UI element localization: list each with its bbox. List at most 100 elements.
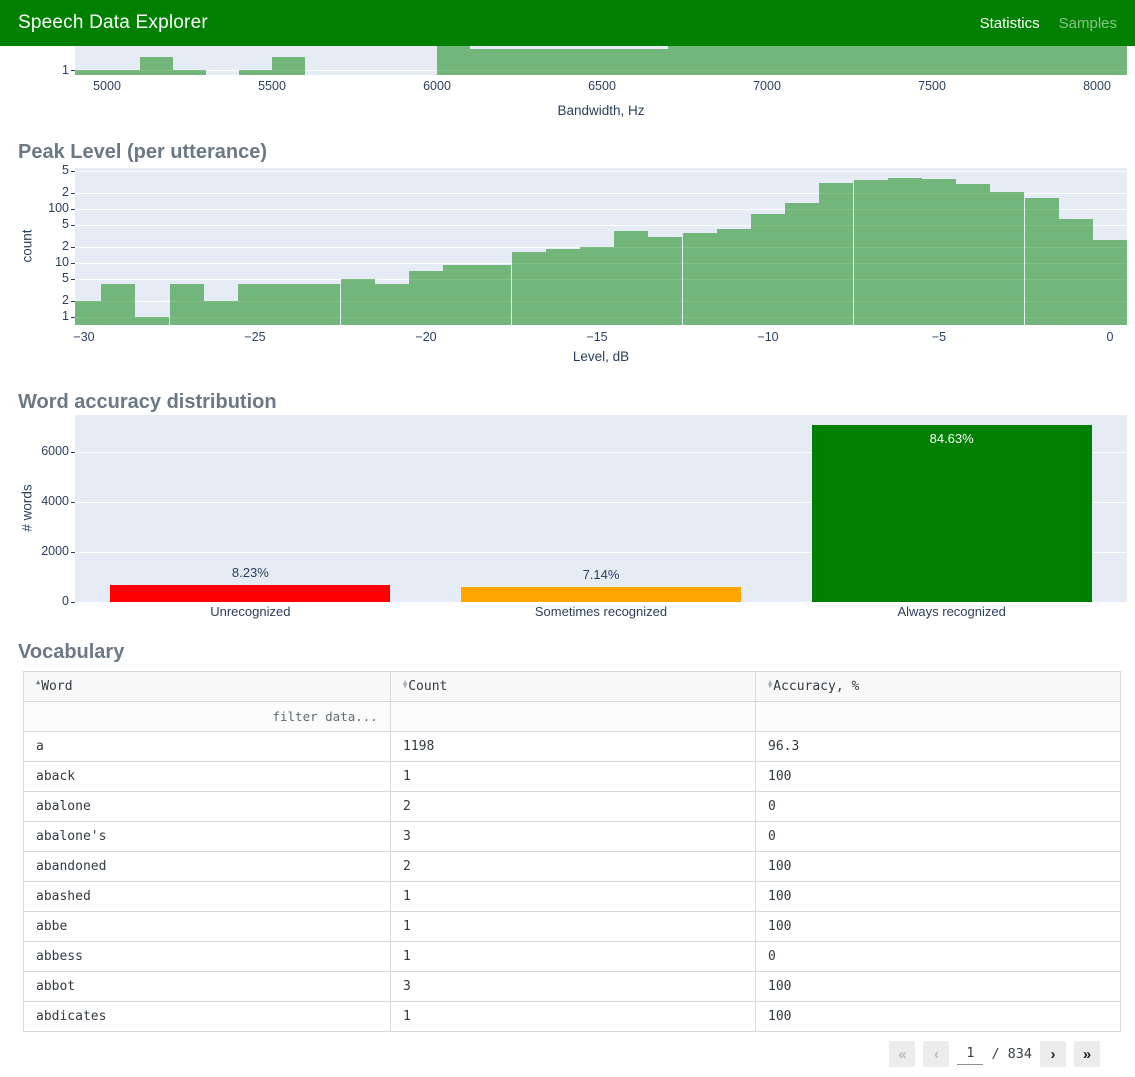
bandwidth-chart-section: 1 Bandwidth, Hz 5000 5500 6000 6500 7000 7500… xyxy=(0,46,1135,130)
histogram-bar xyxy=(716,228,751,325)
pagination: « ‹ / 834 › » xyxy=(0,1041,1100,1067)
table-row: aback 1 100 xyxy=(23,761,1121,792)
histogram-bar xyxy=(990,191,1025,325)
word-cell: abbot xyxy=(23,971,391,1002)
histogram-bar xyxy=(1024,197,1059,325)
histogram-bar xyxy=(785,202,820,325)
next-page-button[interactable]: › xyxy=(1040,1041,1066,1067)
histogram-bar xyxy=(437,46,470,75)
accuracy-bar xyxy=(461,587,741,602)
y-tick-label: 4000 xyxy=(41,493,69,508)
current-page-input[interactable] xyxy=(957,1043,984,1065)
y-tick-label: 5 xyxy=(62,271,69,286)
column-header-count[interactable]: ▲ ▼ Count xyxy=(390,671,756,702)
category-label: Unrecognized xyxy=(210,604,291,619)
histogram-bar xyxy=(239,70,272,75)
histogram-bar xyxy=(579,246,615,325)
x-tick-label: −20 xyxy=(415,330,437,344)
word-accuracy-y-axis-title: # words xyxy=(19,484,35,532)
count-cell: 1 xyxy=(390,1001,756,1032)
y-tickmark xyxy=(71,602,75,603)
y-tick-label: 0 xyxy=(62,594,69,608)
accuracy-bar xyxy=(110,584,391,602)
column-header-label: Accuracy, % xyxy=(773,679,860,694)
word-cell: aback xyxy=(23,761,391,792)
bandwidth-x-axis-title: Bandwidth, Hz xyxy=(557,103,645,118)
accuracy-cell: 96.3 xyxy=(755,731,1121,762)
first-page-button[interactable]: « xyxy=(889,1041,916,1067)
peak-level-heading: Peak Level (per utterance) xyxy=(18,140,267,163)
y-tickmark xyxy=(71,317,75,318)
y-tickmark xyxy=(71,225,75,227)
histogram-bar xyxy=(101,284,136,325)
histogram-bar xyxy=(648,237,683,325)
y-tickmark xyxy=(71,209,75,210)
y-tickmark xyxy=(71,551,75,553)
x-tick-label: 0 xyxy=(1106,330,1114,344)
bar-percentage-label: 8.23% xyxy=(231,564,269,580)
y-tick-label: 5 xyxy=(62,163,69,178)
vocabulary-table: ▲Word▲▼Count▲▼Accuracy, % a119896.3aback… xyxy=(23,671,1121,1032)
histogram-bar xyxy=(614,231,649,325)
y-tick-label: 10 xyxy=(55,255,69,269)
last-page-button[interactable]: » xyxy=(1074,1041,1100,1067)
x-tick-label: −5 xyxy=(931,330,947,344)
sort-icon: ▲ ▼ xyxy=(768,678,772,690)
nav-statistics[interactable]: Statistics xyxy=(980,15,1040,32)
y-tickmark xyxy=(71,451,75,453)
histogram-bar xyxy=(921,178,957,325)
column-header-accuracy-[interactable]: ▲ ▼ Accuracy, % xyxy=(755,671,1121,702)
histogram-bar xyxy=(135,317,170,325)
y-tickmark xyxy=(71,501,75,503)
histogram-bar xyxy=(511,251,546,325)
accuracy-cell: 0 xyxy=(755,791,1121,822)
word-cell: abbe xyxy=(23,911,391,942)
histogram-bar xyxy=(237,284,273,325)
filter-row xyxy=(23,701,1121,732)
peak-level-x-axis-title: Level, dB xyxy=(572,349,630,364)
x-tick-label: 6500 xyxy=(588,79,616,93)
bandwidth-plot-area[interactable] xyxy=(75,46,1127,75)
accuracy-cell: 0 xyxy=(755,941,1121,972)
table-row: a 1198 96.3 xyxy=(23,731,1121,762)
filter-cell[interactable] xyxy=(23,701,391,732)
x-tick-label: −30 xyxy=(73,330,95,344)
histogram-bar xyxy=(545,249,580,325)
histogram-bar xyxy=(956,184,991,325)
count-cell: 3 xyxy=(390,821,756,852)
histogram-bar xyxy=(682,232,717,325)
peak-level-plot-area[interactable] xyxy=(75,168,1127,325)
filter-cell[interactable] xyxy=(755,701,1121,732)
x-tick-label: −15 xyxy=(586,330,608,344)
page: Speech Data Explorer Statistics Samples … xyxy=(0,0,1135,1077)
accuracy-cell: 100 xyxy=(755,1001,1121,1032)
previous-page-button[interactable]: ‹ xyxy=(923,1041,950,1067)
table-row: abalone 2 0 xyxy=(23,791,1121,822)
x-tick-label: 6000 xyxy=(423,79,451,93)
filter-cell[interactable] xyxy=(390,701,756,732)
histogram-bar xyxy=(408,271,444,325)
accuracy-cell: 100 xyxy=(755,851,1121,882)
page-separator: / xyxy=(991,1046,1000,1062)
histogram-bar xyxy=(750,213,786,325)
x-tick-label: −25 xyxy=(244,330,266,344)
histogram-bar xyxy=(173,70,206,75)
column-header-word[interactable]: ▲ Word xyxy=(23,671,391,702)
table-row: abbess 1 0 xyxy=(23,941,1121,972)
y-tick-label: 2000 xyxy=(41,543,69,558)
bandwidth-y-tickmark xyxy=(71,70,75,71)
y-tick-label: 2 xyxy=(62,238,69,253)
filter-data-input[interactable] xyxy=(36,708,386,725)
y-tick-label: 1 xyxy=(62,309,69,323)
histogram-bar xyxy=(340,279,375,325)
word-accuracy-chart-section: Word accuracy distribution # words 0 2000… xyxy=(0,380,1135,624)
table-row: abandoned 2 100 xyxy=(23,851,1121,882)
table-header-row: ▲ Word ▲ ▼ Count ▲ ▼ Accuracy, % xyxy=(23,671,1121,702)
vocabulary-heading: Vocabulary xyxy=(18,640,125,663)
bar-percentage-label: 84.63% xyxy=(929,431,974,447)
histogram-bar xyxy=(1092,239,1127,325)
peak-level-chart-section: Peak Level (per utterance) count Level, … xyxy=(0,130,1135,380)
y-tickmark xyxy=(71,263,75,264)
category-label: Always recognized xyxy=(897,604,1006,619)
nav-samples[interactable]: Samples xyxy=(1059,15,1117,32)
